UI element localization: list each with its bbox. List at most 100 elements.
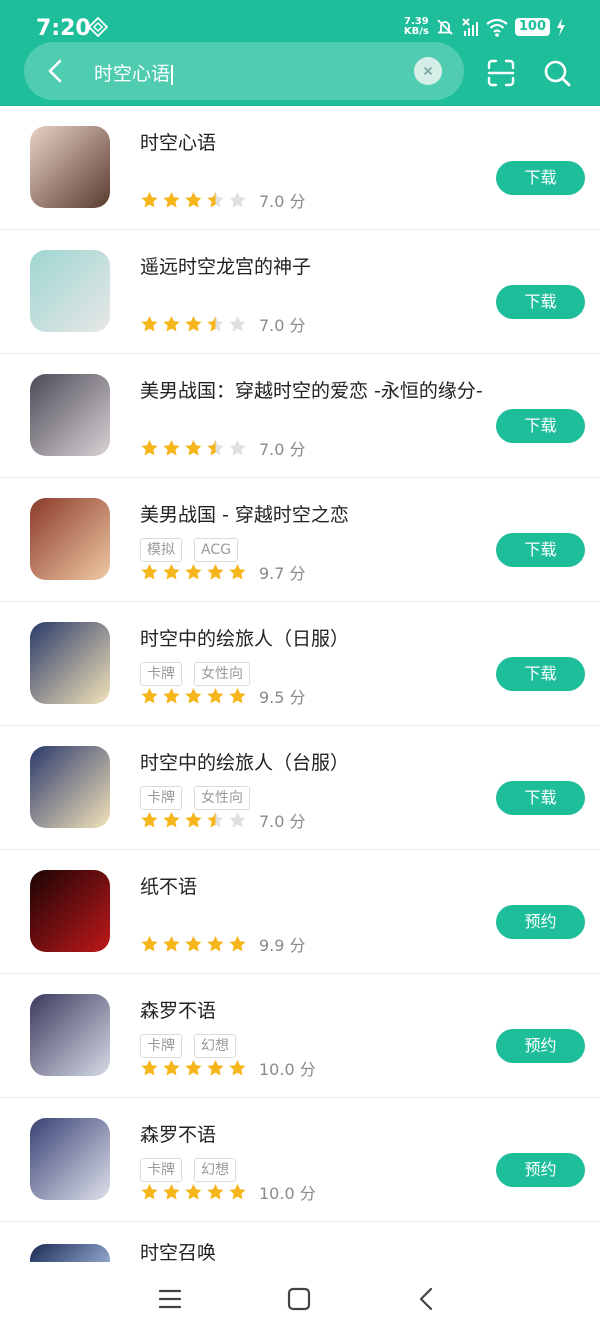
home-icon[interactable] xyxy=(284,1284,314,1314)
wifi-icon xyxy=(486,18,508,37)
app-icon xyxy=(30,622,110,704)
list-item[interactable]: 纸不语 9.9 分 预约 xyxy=(0,850,600,974)
app-name: 森罗不语 xyxy=(140,1000,217,1022)
app-name: 时空心语 xyxy=(140,132,217,154)
reserve-button[interactable]: 预约 xyxy=(496,1153,585,1187)
star-filled-icon xyxy=(163,1183,180,1200)
rating-score: 10.0 分 xyxy=(259,1060,316,1079)
category-tag: 卡牌 xyxy=(140,1034,182,1058)
star-filled-icon xyxy=(141,687,158,704)
scan-icon[interactable] xyxy=(486,58,516,88)
star-filled-icon xyxy=(185,811,202,828)
rating: 10.0 分 xyxy=(140,1056,316,1080)
category-tag: 女性向 xyxy=(194,786,250,810)
rating-score: 7.0 分 xyxy=(259,316,306,335)
star-filled-icon xyxy=(185,315,202,332)
search-icon[interactable] xyxy=(542,58,572,88)
category-tag: 卡牌 xyxy=(140,662,182,686)
star-filled-icon xyxy=(207,1059,224,1076)
tag-list: 卡牌 女性向 xyxy=(140,786,250,810)
app-name: 时空召唤 xyxy=(140,1242,217,1264)
category-tag: 女性向 xyxy=(194,662,250,686)
star-filled-icon xyxy=(163,811,180,828)
rating-score: 9.5 分 xyxy=(259,688,306,707)
tag-list: 卡牌 幻想 xyxy=(140,1034,236,1058)
list-item[interactable]: 森罗不语卡牌 幻想 10.0 分 预约 xyxy=(0,974,600,1098)
star-filled-icon xyxy=(229,935,246,952)
star-empty-icon xyxy=(229,811,246,828)
star-rating xyxy=(140,935,247,953)
download-button[interactable]: 下载 xyxy=(496,533,585,567)
network-speed: 7.39 KB/s xyxy=(404,17,429,37)
app-name: 美男战国：穿越时空的爱恋 -永恒的缘分- xyxy=(140,380,483,402)
app-name: 美男战国 - 穿越时空之恋 xyxy=(140,504,349,526)
star-filled-icon xyxy=(163,191,180,208)
app-name: 森罗不语 xyxy=(140,1124,217,1146)
star-filled-icon xyxy=(141,315,158,332)
list-item[interactable]: 美男战国 - 穿越时空之恋 模拟 ACG 9.7 分 下载 xyxy=(0,478,600,602)
rating: 9.9 分 xyxy=(140,932,306,956)
app-icon xyxy=(30,1118,110,1200)
text-cursor xyxy=(171,64,173,85)
star-rating xyxy=(140,687,247,705)
app-icon xyxy=(30,746,110,828)
rating: 7.0 分 xyxy=(140,808,306,832)
rating-score: 9.7 分 xyxy=(259,564,306,583)
star-filled-icon xyxy=(207,1183,224,1200)
star-rating xyxy=(140,1183,247,1201)
menu-icon[interactable] xyxy=(155,1284,185,1314)
star-filled-icon xyxy=(141,1059,158,1076)
list-item[interactable]: 时空中的绘旅人（日服） 卡牌 女性向 9.5 分 下载 xyxy=(0,602,600,726)
rating-score: 10.0 分 xyxy=(259,1184,316,1203)
star-filled-icon xyxy=(163,1059,180,1076)
reserve-button[interactable]: 预约 xyxy=(496,1029,585,1063)
star-rating xyxy=(140,1059,247,1077)
rating-score: 7.0 分 xyxy=(259,440,306,459)
download-button[interactable]: 下载 xyxy=(496,409,585,443)
rating: 10.0 分 xyxy=(140,1180,316,1204)
search-input[interactable]: 时空心语 xyxy=(94,59,173,86)
star-half-icon xyxy=(207,315,224,332)
star-filled-icon xyxy=(141,191,158,208)
list-item[interactable]: 时空心语 7.0 分 下载 xyxy=(0,106,600,230)
app-header: 7:20 7.39 KB/s 100 时空心语 xyxy=(0,0,600,106)
battery-level: 100 xyxy=(514,18,550,36)
search-box[interactable]: 时空心语 xyxy=(24,42,464,100)
back-icon[interactable] xyxy=(412,1284,442,1314)
star-filled-icon xyxy=(185,935,202,952)
tag-list: 模拟 ACG xyxy=(140,538,238,562)
rating-score: 9.9 分 xyxy=(259,936,306,955)
star-filled-icon xyxy=(185,1059,202,1076)
back-arrow-icon[interactable] xyxy=(42,57,70,85)
list-item[interactable]: 时空中的绘旅人（台服） 卡牌 女性向 7.0 分 下载 xyxy=(0,726,600,850)
rating: 7.0 分 xyxy=(140,436,306,460)
download-button[interactable]: 下载 xyxy=(496,285,585,319)
list-item[interactable]: 遥远时空龙宫的神子 7.0 分 下载 xyxy=(0,230,600,354)
star-filled-icon xyxy=(185,563,202,580)
status-indicators: 7.39 KB/s 100 xyxy=(404,14,566,40)
download-button[interactable]: 下载 xyxy=(496,781,585,815)
category-tag: 模拟 xyxy=(140,538,182,562)
notification-badge-icon xyxy=(88,17,108,37)
star-filled-icon xyxy=(163,687,180,704)
charging-icon xyxy=(557,18,565,36)
download-button[interactable]: 下载 xyxy=(496,657,585,691)
download-button[interactable]: 下载 xyxy=(496,161,585,195)
star-rating xyxy=(140,315,247,333)
tag-list: 卡牌 女性向 xyxy=(140,662,250,686)
rating: 7.0 分 xyxy=(140,312,306,336)
list-item[interactable]: 美男战国：穿越时空的爱恋 -永恒的缘分- 7.0 分 下载 xyxy=(0,354,600,478)
clear-search-icon[interactable] xyxy=(414,57,442,85)
status-time: 7:20 xyxy=(36,16,91,41)
app-icon xyxy=(30,250,110,332)
app-icon xyxy=(30,994,110,1076)
app-name: 时空中的绘旅人（日服） xyxy=(140,628,350,650)
star-filled-icon xyxy=(229,1059,246,1076)
star-half-icon xyxy=(207,191,224,208)
star-rating xyxy=(140,563,247,581)
star-filled-icon xyxy=(229,687,246,704)
list-item[interactable]: 森罗不语 卡牌 幻想 10.0 分 预约 xyxy=(0,1098,600,1222)
reserve-button[interactable]: 预约 xyxy=(496,905,585,939)
star-filled-icon xyxy=(141,811,158,828)
rating: 7.0 分 xyxy=(140,188,306,212)
